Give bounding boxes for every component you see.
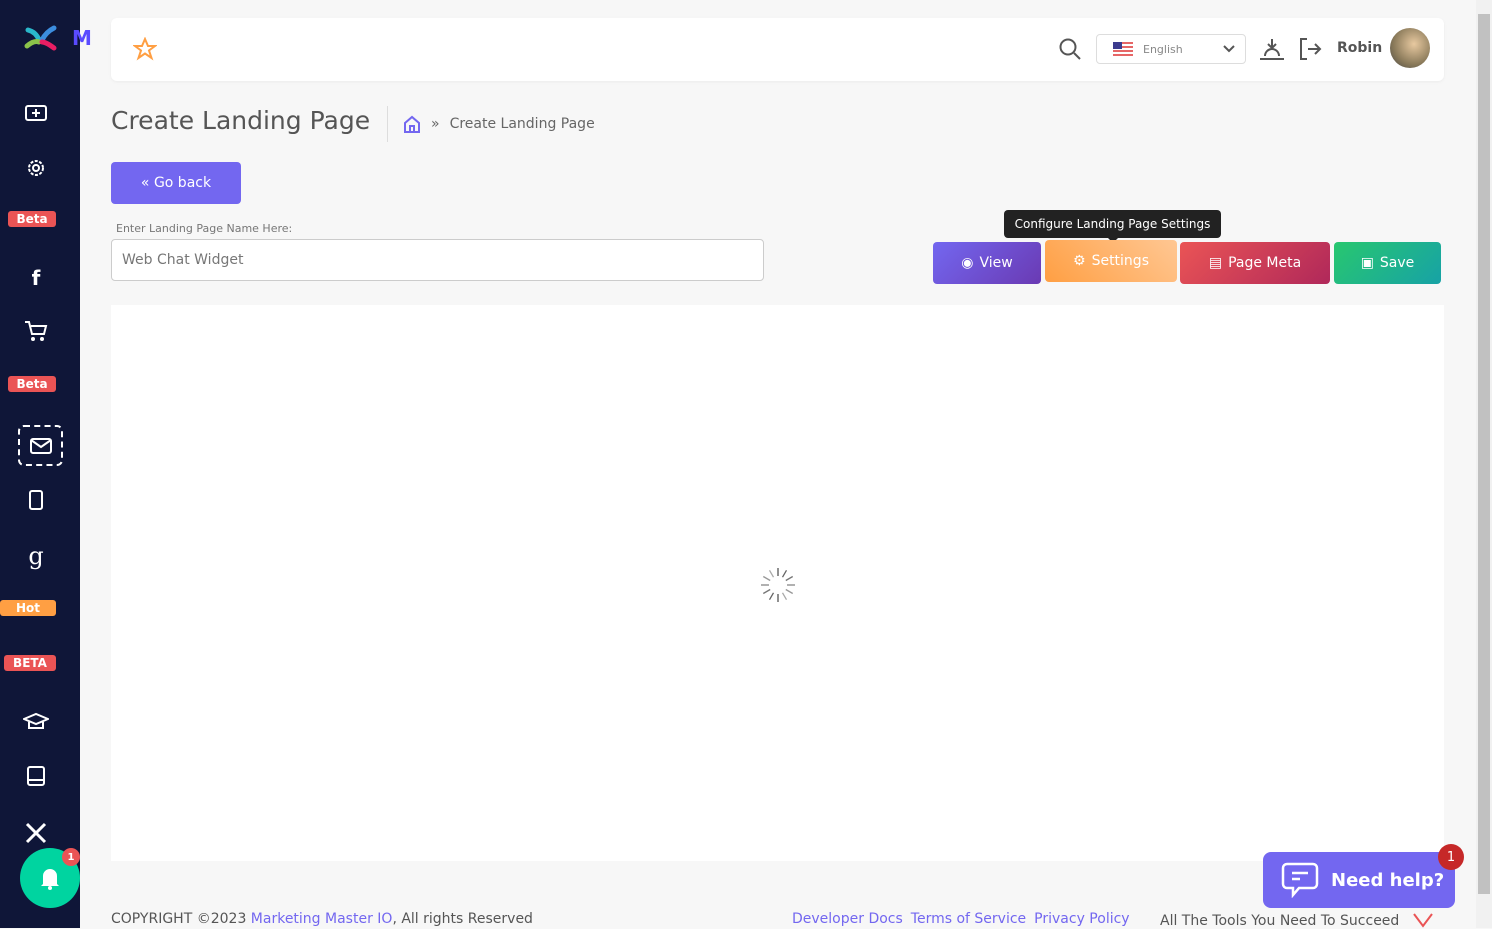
brand-link[interactable]: Marketing Master IO	[251, 911, 393, 927]
beta-badge: Beta	[8, 211, 56, 227]
us-flag-icon	[1113, 42, 1133, 56]
cart-icon[interactable]	[0, 320, 72, 342]
home-icon[interactable]	[403, 115, 421, 133]
scrollbar-thumb[interactable]	[1478, 14, 1490, 894]
book-icon[interactable]	[0, 766, 72, 786]
hot-badge: Hot	[0, 600, 56, 616]
search-icon[interactable]	[1059, 38, 1081, 60]
view-label: View	[979, 255, 1013, 271]
name-label: Enter Landing Page Name Here:	[116, 222, 293, 235]
medical-kit-icon[interactable]	[0, 102, 72, 122]
star-icon[interactable]	[133, 37, 157, 61]
tools-icon[interactable]	[0, 821, 72, 845]
language-select[interactable]: English	[1096, 34, 1246, 64]
tagline: All The Tools You Need To Succeed	[1160, 913, 1400, 929]
language-label: English	[1143, 42, 1183, 56]
need-help-button[interactable]: Need help?	[1263, 852, 1455, 908]
settings-label: Settings	[1091, 253, 1149, 269]
avatar[interactable]	[1390, 28, 1430, 68]
facebook-icon[interactable]: f	[0, 266, 72, 290]
floppy-icon: ▣	[1360, 255, 1374, 271]
sidebar: M Beta f Beta g Hot BETA 1	[0, 0, 92, 928]
notification-count: 1	[62, 848, 80, 866]
logo-text: M	[72, 26, 92, 50]
beta-badge: Beta	[8, 376, 56, 392]
chat-icon	[1281, 862, 1319, 898]
google-icon[interactable]: g	[0, 542, 72, 570]
privacy-link[interactable]: Privacy Policy	[1034, 911, 1129, 927]
settings-tooltip: Configure Landing Page Settings	[1004, 210, 1221, 243]
page-meta-button[interactable]: ▤ Page Meta	[1180, 242, 1330, 284]
developer-docs-link[interactable]: Developer Docs	[792, 911, 903, 927]
breadcrumb-current: Create Landing Page	[449, 116, 595, 132]
sunset-icon[interactable]	[1259, 37, 1285, 61]
file-icon: ▤	[1208, 255, 1223, 271]
go-back-label: Go back	[153, 175, 212, 191]
need-help-label: Need help?	[1331, 869, 1445, 891]
footer-links: Developer Docs Terms of Service Privacy Po…	[792, 911, 1138, 927]
graduation-cap-icon[interactable]	[0, 712, 72, 732]
beta-badge: BETA	[4, 655, 56, 671]
page-title: Create Landing Page	[111, 106, 371, 135]
logout-icon[interactable]	[1298, 37, 1322, 61]
breadcrumb-separator: »	[431, 116, 440, 132]
copyright: COPYRIGHT ©2023 Marketing Master IO, All…	[111, 911, 533, 927]
chevrons-left-icon: «	[140, 175, 154, 191]
top-navbar: English Robin	[111, 18, 1444, 81]
landing-page-name-input[interactable]	[111, 239, 764, 281]
eye-icon: ◉	[961, 255, 974, 271]
settings-button[interactable]: ⚙ Settings	[1045, 240, 1177, 282]
loading-spinner-icon	[761, 568, 795, 602]
help-count-badge: 1	[1438, 844, 1464, 870]
breadcrumb: » Create Landing Page	[387, 106, 595, 142]
mail-icon[interactable]	[18, 425, 63, 466]
gear-icon[interactable]	[0, 157, 72, 179]
heart-icon	[1413, 913, 1433, 928]
view-button[interactable]: ◉ View	[933, 242, 1041, 284]
user-name[interactable]: Robin	[1337, 40, 1382, 56]
copyright-text: COPYRIGHT ©2023	[111, 911, 251, 927]
terms-link[interactable]: Terms of Service	[911, 911, 1026, 927]
save-label: Save	[1379, 255, 1415, 271]
bell-icon	[41, 869, 59, 890]
logo[interactable]	[24, 24, 58, 56]
mobile-icon[interactable]	[0, 490, 72, 510]
chevron-down-icon	[1223, 45, 1235, 53]
go-back-button[interactable]: « Go back	[111, 162, 241, 204]
save-button[interactable]: ▣ Save	[1334, 242, 1441, 284]
rights-text: , All rights Reserved	[392, 911, 533, 927]
editor-canvas[interactable]	[111, 305, 1444, 861]
gear-icon: ⚙	[1073, 253, 1086, 269]
page-meta-label: Page Meta	[1228, 255, 1302, 271]
